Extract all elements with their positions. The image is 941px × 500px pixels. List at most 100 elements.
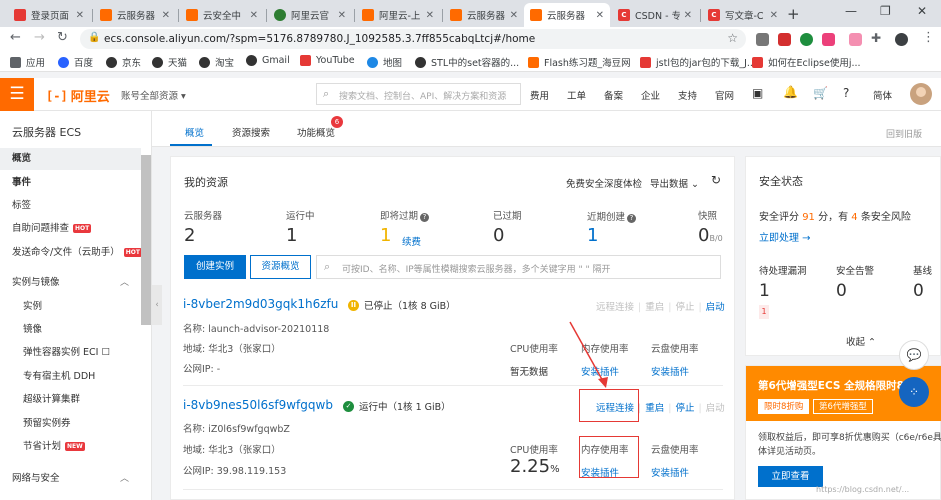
sidebar-collapse-toggle[interactable]: ‹ [152,285,162,325]
handle-now-link[interactable]: 立即处理 → [759,229,811,244]
browser-menu-icon[interactable]: ⋮ [922,30,935,45]
bookmark-item[interactable]: Flash练习题_海豆网 [528,55,631,69]
bookmark-item[interactable]: STL中的set容器的... [415,55,519,69]
close-tab-icon[interactable]: ✕ [338,10,346,21]
stat-expired[interactable]: 0 [493,225,504,246]
sidebar-item-reserved-instances[interactable]: 预留实例券 [0,413,141,435]
bookmark-item[interactable]: 如何在Eclipse使用j... [752,55,861,69]
sidebar-scrollbar[interactable] [141,155,151,325]
chat-icon[interactable]: 💬 [899,340,929,370]
install-plugin-link[interactable]: 安装插件 [651,364,699,378]
browser-tab[interactable]: 登录页面 ✕ [8,3,90,27]
back-icon[interactable]: ← [10,30,21,45]
new-tab-icon[interactable]: + [787,5,800,23]
instance-id-link[interactable]: i-8vber2m9d03gqk1h6zfu [183,297,338,311]
extension-icon[interactable] [778,33,791,46]
export-data-dropdown[interactable]: 导出数据 ⌄ [650,176,699,190]
sidebar-item-super-computing[interactable]: 超级计算集群 [0,389,141,411]
sidebar-group-network-security[interactable]: 网络与安全 ︿ [0,468,141,490]
minimize-icon[interactable]: — [845,4,857,18]
remote-connect-link[interactable]: 远程连接 [596,302,634,313]
close-tab-icon[interactable]: ✕ [684,10,692,21]
create-instance-button[interactable]: 创建实例 [184,255,246,279]
nav-link-tickets[interactable]: 工单 [567,88,586,102]
stat-total-servers[interactable]: 2 [184,225,195,246]
sidebar-item-ddh[interactable]: 专有宿主机 DDH [0,366,141,388]
sidebar-item-instances[interactable]: 实例 [0,296,141,318]
restart-link[interactable]: 重启 [645,403,664,414]
extension-icon[interactable] [849,33,862,46]
browser-tab[interactable]: 阿里云官 ✕ [268,3,352,27]
stop-link[interactable]: 停止 [675,403,694,414]
extension-icon[interactable] [756,33,769,46]
install-plugin-link[interactable]: 安装插件 [581,465,629,479]
view-now-button[interactable]: 立即查看 [758,466,823,487]
bookmark-item[interactable]: jstl包的jar包的下载_J... [640,55,756,69]
close-tab-icon[interactable]: ✕ [250,10,258,21]
stat-running[interactable]: 1 [286,225,297,246]
sidebar-item-eci[interactable]: 弹性容器实例 ECI ☐ [0,342,141,364]
bookmark-item[interactable]: 京东 [106,55,141,69]
sidebar-item-tags[interactable]: 标签 [0,195,141,217]
close-tab-icon[interactable]: ✕ [770,10,778,21]
browser-tab[interactable]: 云安全中 ✕ [180,3,264,27]
bookmark-item[interactable]: 百度 [58,55,93,69]
reload-icon[interactable]: ↻ [57,30,68,45]
profile-icon[interactable] [895,33,908,46]
start-link[interactable]: 启动 [706,403,725,414]
sidebar-item-events[interactable]: 事件 [0,172,141,194]
extensions-puzzle-icon[interactable]: ✚ [871,31,881,45]
browser-tab[interactable]: 云服务器 ✕ [94,3,176,27]
close-tab-icon[interactable]: ✕ [510,10,518,21]
hamburger-menu-icon[interactable]: ☰ [0,78,34,111]
nav-link-support[interactable]: 支持 [678,88,697,102]
close-tab-icon[interactable]: ✕ [162,10,170,21]
tab-feature-overview[interactable]: 功能概览 [297,125,335,139]
instance-filter-input[interactable]: ⌕ 可按ID、名称、IP等属性模糊搜索云服务器，多个关键字用 " " 隔开 [316,255,721,279]
nav-link-fees[interactable]: 费用 [530,88,549,102]
collapse-toggle[interactable]: 收起 ⌃ [846,334,876,348]
stop-link[interactable]: 停止 [675,302,694,313]
bookmark-item[interactable]: 地图 [367,55,402,69]
renew-link[interactable]: 续费 [402,234,421,248]
stat-expiring[interactable]: 1 [380,225,391,246]
apps-icon[interactable]: ⁘ [899,377,929,407]
baseline-count[interactable]: 0 [913,281,924,301]
close-tab-icon[interactable]: ✕ [76,10,84,21]
nav-link-enterprise[interactable]: 企业 [641,88,660,102]
restore-icon[interactable]: ❐ [880,4,891,18]
browser-tab[interactable]: 阿里云-上 ✕ [356,3,440,27]
install-plugin-link[interactable]: 安装插件 [581,364,629,378]
notification-bell-icon[interactable]: 🔔 [783,85,798,99]
tab-overview[interactable]: 概览 [185,125,204,139]
extension-icon[interactable] [822,33,835,46]
pending-vulnerabilities[interactable]: 1 [759,281,770,301]
bookmark-item[interactable]: 天猫 [152,55,187,69]
help-icon[interactable]: ? [843,86,849,100]
aliyun-logo[interactable]: [-] 阿里云 [46,86,110,106]
browser-tab[interactable]: C 写文章-C ✕ [702,3,784,27]
sidebar-item-troubleshoot[interactable]: 自助问题排查 HOT [0,218,141,240]
remote-connect-link[interactable]: 远程连接 [596,403,634,414]
bookmark-item[interactable]: Gmail [246,55,290,66]
install-plugin-link[interactable]: 安装插件 [651,465,699,479]
instance-id-link[interactable]: i-8vb9nes50l6sf9wfgqwb [183,398,333,412]
resource-overview-button[interactable]: 资源概览 [250,255,311,279]
sidebar-item-savings-plan[interactable]: 节省计划 NEW [0,436,141,458]
bookmark-item[interactable]: YouTube [300,55,355,66]
sidebar-item-images[interactable]: 镜像 [0,319,141,341]
browser-tab[interactable]: 云服务器 ✕ [444,3,524,27]
sidebar-item-send-command[interactable]: 发送命令/文件（云助手） HOT [0,242,142,264]
refresh-icon[interactable]: ↻ [711,173,721,187]
back-to-old-version-link[interactable]: 回到旧版 [886,127,922,140]
deep-security-check-link[interactable]: 免费安全深度体检 [566,176,642,190]
tab-resource-search[interactable]: 资源搜索 [232,125,270,139]
bookmark-star-icon[interactable]: ☆ [727,31,738,45]
sidebar-item-overview[interactable]: 概览 [0,148,141,170]
forward-icon[interactable]: → [34,30,45,45]
sidebar-group-instances-images[interactable]: 实例与镜像 ︿ [0,272,141,294]
bookmark-item[interactable]: 应用 [10,55,45,69]
restart-link[interactable]: 重启 [645,302,664,313]
cart-icon[interactable]: 🛒 [813,86,828,100]
browser-tab[interactable]: C CSDN - 专 ✕ [612,3,698,27]
